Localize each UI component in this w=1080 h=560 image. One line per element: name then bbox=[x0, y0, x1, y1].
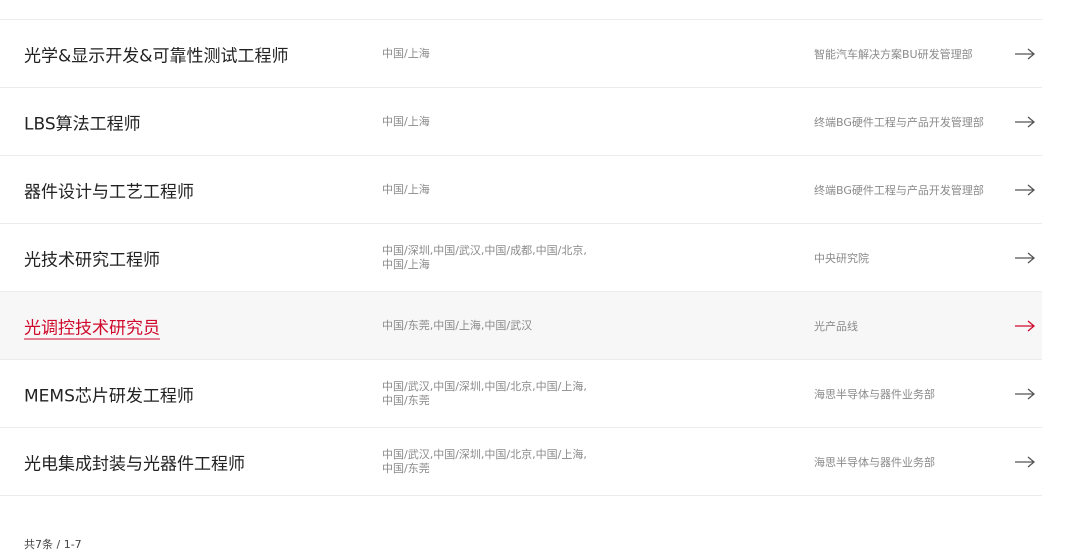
job-location: 中国/上海 bbox=[382, 114, 430, 128]
job-row[interactable]: LBS算法工程师 中国/上海 终端BG硬件工程与产品开发管理部 bbox=[0, 88, 1042, 156]
job-row[interactable]: 器件设计与工艺工程师 中国/上海 终端BG硬件工程与产品开发管理部 bbox=[0, 156, 1042, 224]
job-location: 中国/上海 bbox=[382, 182, 430, 196]
arrow-right-icon[interactable] bbox=[1014, 388, 1036, 400]
job-row[interactable]: 光电集成封装与光器件工程师 中国/武汉,中国/深圳,中国/北京,中国/上海,中国/… bbox=[0, 428, 1042, 496]
job-department: 智能汽车解决方案BU研发管理部 bbox=[814, 47, 973, 61]
arrow-right-icon[interactable] bbox=[1014, 320, 1036, 332]
job-location: 中国/东莞,中国/上海,中国/武汉 bbox=[382, 318, 533, 332]
job-location: 中国/上海 bbox=[382, 46, 430, 60]
job-row[interactable]: MEMS芯片研发工程师 中国/武汉,中国/深圳,中国/北京,中国/上海,中国/东莞… bbox=[0, 360, 1042, 428]
job-row[interactable]: 光技术研究工程师 中国/深圳,中国/武汉,中国/成都,中国/北京,中国/上海 中央研… bbox=[0, 224, 1042, 292]
job-department: 中央研究院 bbox=[814, 251, 869, 265]
job-listing-page: 光学&显示开发&可靠性测试工程师 中国/上海 智能汽车解决方案BU研发管理部 LBS算… bbox=[0, 0, 1080, 560]
job-row[interactable]: 光学&显示开发&可靠性测试工程师 中国/上海 智能汽车解决方案BU研发管理部 bbox=[0, 20, 1042, 88]
job-title-link[interactable]: 光技术研究工程师 bbox=[24, 245, 160, 270]
job-title-link[interactable]: MEMS芯片研发工程师 bbox=[24, 381, 194, 406]
job-department: 海思半导体与器件业务部 bbox=[814, 387, 935, 401]
arrow-right-icon[interactable] bbox=[1014, 456, 1036, 468]
job-department: 终端BG硬件工程与产品开发管理部 bbox=[814, 183, 984, 197]
job-department: 光产品线 bbox=[814, 319, 858, 333]
arrow-right-icon[interactable] bbox=[1014, 116, 1036, 128]
job-title-link[interactable]: 光调控技术研究员 bbox=[24, 313, 160, 338]
job-list: 光学&显示开发&可靠性测试工程师 中国/上海 智能汽车解决方案BU研发管理部 LBS算… bbox=[0, 19, 1042, 496]
job-department: 终端BG硬件工程与产品开发管理部 bbox=[814, 115, 984, 129]
job-department: 海思半导体与器件业务部 bbox=[814, 455, 935, 469]
arrow-right-icon[interactable] bbox=[1014, 252, 1036, 264]
arrow-right-icon[interactable] bbox=[1014, 184, 1036, 196]
arrow-right-icon[interactable] bbox=[1014, 48, 1036, 60]
pagination-summary: 共7条 / 1-7 bbox=[24, 538, 82, 551]
job-title-link[interactable]: 光学&显示开发&可靠性测试工程师 bbox=[24, 41, 289, 66]
job-title-link[interactable]: LBS算法工程师 bbox=[24, 109, 141, 134]
job-row[interactable]: 光调控技术研究员 中国/东莞,中国/上海,中国/武汉 光产品线 bbox=[0, 292, 1042, 360]
job-location: 中国/武汉,中国/深圳,中国/北京,中国/上海,中国/东莞 bbox=[382, 379, 587, 407]
job-location: 中国/武汉,中国/深圳,中国/北京,中国/上海,中国/东莞 bbox=[382, 447, 587, 475]
job-title-link[interactable]: 器件设计与工艺工程师 bbox=[24, 177, 194, 202]
job-location: 中国/深圳,中国/武汉,中国/成都,中国/北京,中国/上海 bbox=[382, 243, 587, 271]
job-title-link[interactable]: 光电集成封装与光器件工程师 bbox=[24, 449, 245, 474]
